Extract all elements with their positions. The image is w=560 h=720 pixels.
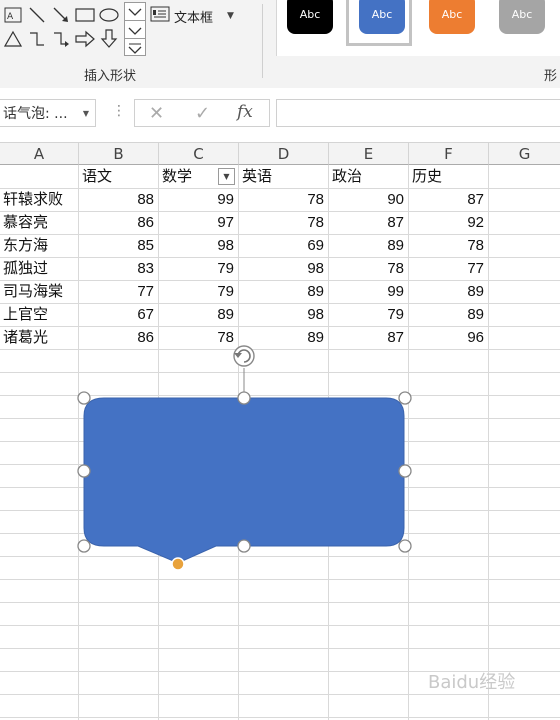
resize-handle-top-left[interactable] (77, 391, 91, 405)
resize-handle-right[interactable] (398, 464, 412, 478)
resize-handle-top[interactable] (237, 391, 251, 405)
callout-shape-canvas (77, 345, 412, 571)
resize-handle-top-right[interactable] (398, 391, 412, 405)
adjustment-handle[interactable] (171, 557, 185, 571)
rectangular-callout-shape[interactable] (83, 397, 405, 564)
baidu-watermark: Baidu经验 (428, 672, 516, 693)
resize-handle-bottom-right[interactable] (398, 539, 412, 553)
rotate-handle-icon[interactable] (233, 345, 255, 367)
resize-handle-bottom[interactable] (237, 539, 251, 553)
resize-handle-left[interactable] (77, 464, 91, 478)
shape-overlay (0, 0, 560, 720)
resize-handle-bottom-left[interactable] (77, 539, 91, 553)
